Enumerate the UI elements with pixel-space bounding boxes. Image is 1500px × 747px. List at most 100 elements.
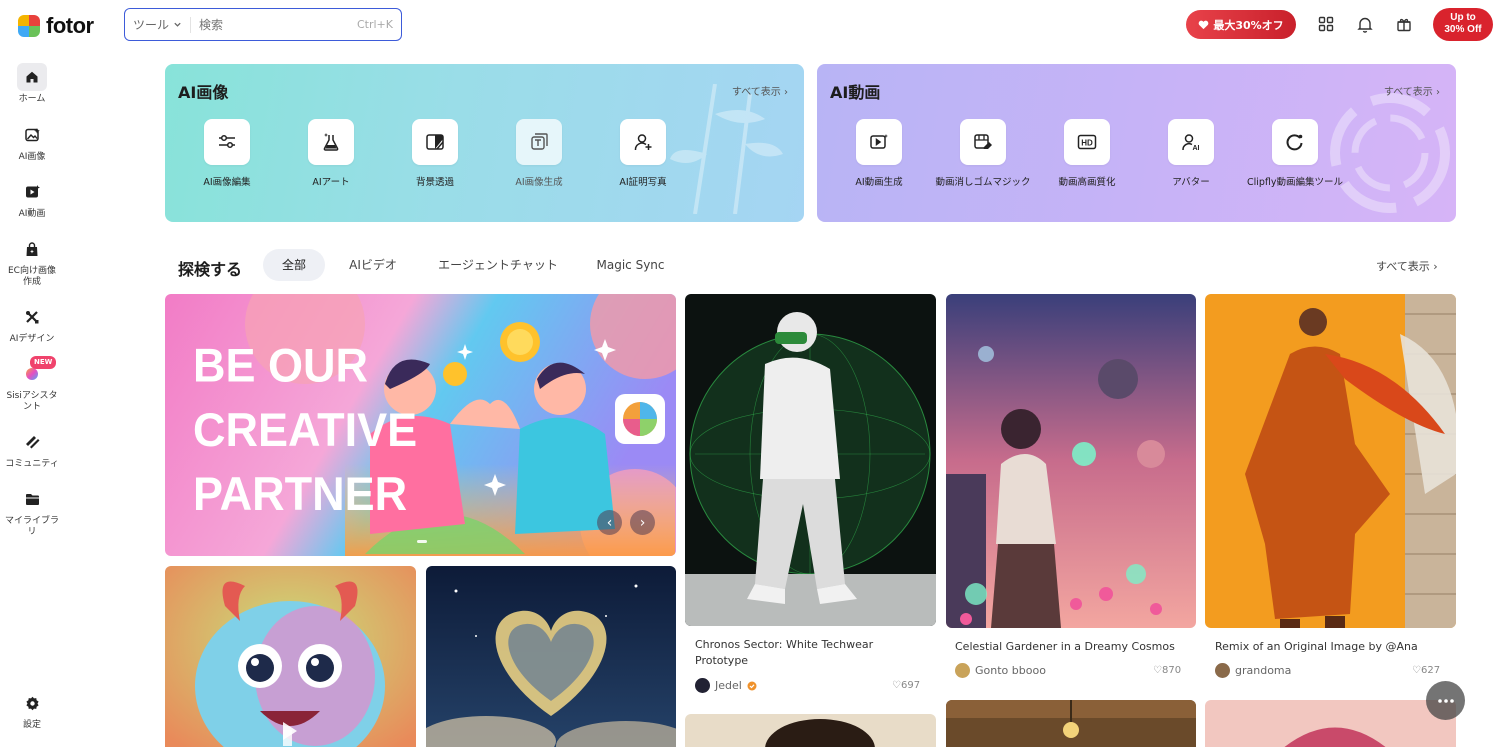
sidebar-item-label: AI動画 bbox=[18, 209, 46, 219]
apps-grid-icon[interactable] bbox=[1316, 14, 1336, 34]
sidebar-item-ai-image[interactable]: AI画像 bbox=[0, 121, 64, 163]
see-all-label: すべて表示 bbox=[731, 87, 781, 98]
left-sidebar: ホーム AI画像 AI動画 EC向け画像作成 AIデザイン NEW Sisiアシ… bbox=[0, 50, 64, 747]
fotor-logo[interactable]: fotor bbox=[18, 13, 94, 39]
tool-ai-image-edit[interactable]: AI画像編集 bbox=[175, 119, 279, 189]
card-user[interactable]: grandoma bbox=[1215, 663, 1291, 678]
tool-ai-id-photo[interactable]: AI証明写真 bbox=[591, 119, 695, 189]
celestial-image bbox=[946, 294, 1196, 628]
upto-discount-button[interactable]: Up to 30% Off bbox=[1433, 8, 1493, 41]
search-tool-dropdown[interactable]: ツール bbox=[125, 16, 192, 33]
bg-remove-icon bbox=[412, 119, 458, 165]
card-username: grandoma bbox=[1235, 664, 1292, 677]
sidebar-item-label: 設定 bbox=[22, 720, 41, 730]
gallery-card-partial[interactable] bbox=[1205, 700, 1456, 747]
ai-video-see-all-link[interactable]: すべて表示 › bbox=[1384, 83, 1440, 98]
carousel-prev-button[interactable]: ‹ bbox=[597, 510, 622, 535]
search-shortcut: Ctrl+K bbox=[356, 18, 393, 31]
search-bar[interactable]: ツール Ctrl+K bbox=[124, 8, 402, 41]
id-photo-icon bbox=[620, 119, 666, 165]
settings-icon bbox=[17, 689, 47, 717]
gift-icon[interactable] bbox=[1394, 14, 1414, 34]
tool-video-eraser[interactable]: 動画消しゴムマジック bbox=[931, 119, 1035, 189]
sidebar-item-sisi-assistant[interactable]: NEW Sisiアシスタント bbox=[0, 356, 64, 413]
sidebar-item-label: EC向け画像作成 bbox=[8, 266, 56, 287]
partial-lamp-image bbox=[946, 700, 1196, 747]
flask-icon bbox=[308, 119, 354, 165]
ai-video-icon bbox=[17, 178, 47, 206]
gallery-card-techwear[interactable] bbox=[685, 294, 936, 626]
card-likes[interactable]: ♡697 bbox=[892, 680, 920, 691]
card-username: Gonto bbooo bbox=[975, 664, 1046, 677]
sidebar-item-community[interactable]: コミュニティ bbox=[0, 428, 64, 470]
sidebar-item-ai-design[interactable]: AIデザイン bbox=[0, 303, 64, 345]
sliders-icon bbox=[204, 119, 250, 165]
see-all-label: すべて表示 bbox=[1376, 260, 1430, 273]
ai-image-title: AI画像 bbox=[178, 83, 229, 102]
chevron-down-icon bbox=[174, 22, 181, 27]
hero-line-1: BE OUR bbox=[193, 338, 369, 393]
tool-label: AI動画生成 bbox=[855, 177, 903, 188]
hero-banner[interactable]: BE OUR CREATIVE PARTNER ‹ › bbox=[165, 294, 676, 556]
card-likes[interactable]: ♡870 bbox=[1153, 665, 1181, 676]
tool-label: Clipfly動画編集ツール bbox=[1246, 177, 1344, 188]
hero-line-3: PARTNER bbox=[193, 466, 408, 521]
card-title[interactable]: Celestial Gardener in a Dreamy Cosmos bbox=[955, 639, 1185, 655]
card-title[interactable]: Chronos Sector: White Techwear Prototype bbox=[695, 637, 925, 669]
hero-text: BE OUR CREATIVE PARTNER bbox=[193, 333, 417, 525]
tool-bg-remove[interactable]: 背景透過 bbox=[383, 119, 487, 189]
card-title[interactable]: Remix of an Original Image by @Ana bbox=[1215, 639, 1445, 655]
promo-discount-button[interactable]: 最大30%オフ bbox=[1186, 10, 1296, 39]
avatar-ai-icon: AI bbox=[1168, 119, 1214, 165]
heart-icon bbox=[1198, 20, 1209, 29]
tab-agent-chat[interactable]: エージェントチャット bbox=[427, 249, 569, 281]
tool-ai-art[interactable]: AIアート bbox=[279, 119, 383, 189]
search-tool-label: ツール bbox=[133, 18, 170, 32]
tool-sublabel bbox=[487, 189, 591, 197]
tool-video-upscale[interactable]: HD 動画高画質化 bbox=[1035, 119, 1139, 189]
tool-avatar[interactable]: AI アバター bbox=[1139, 119, 1243, 189]
carousel-dot[interactable] bbox=[417, 540, 427, 543]
tab-all[interactable]: 全部 bbox=[263, 249, 325, 281]
upto-line1: Up to bbox=[1450, 12, 1476, 23]
sidebar-item-settings[interactable]: 設定 bbox=[0, 689, 64, 731]
gallery-card-monster[interactable] bbox=[165, 566, 416, 747]
gallery-card-partial[interactable] bbox=[685, 714, 936, 747]
play-icon[interactable] bbox=[283, 722, 297, 740]
shopping-bag-icon bbox=[17, 235, 47, 263]
tool-label: 背景透過 bbox=[415, 177, 454, 188]
gallery-card-celestial[interactable] bbox=[946, 294, 1196, 628]
tab-magic-sync[interactable]: Magic Sync bbox=[589, 249, 672, 281]
tool-ai-video-gen[interactable]: AI動画生成 bbox=[827, 119, 931, 189]
tab-ai-video[interactable]: AIビデオ bbox=[337, 249, 409, 281]
techwear-image bbox=[685, 294, 936, 626]
hd-icon: HD bbox=[1064, 119, 1110, 165]
heart-cloud-image bbox=[426, 566, 676, 747]
card-likes[interactable]: ♡627 bbox=[1412, 665, 1440, 676]
sidebar-item-label: コミュニティ bbox=[5, 459, 59, 469]
bell-icon[interactable] bbox=[1355, 14, 1375, 34]
sidebar-item-my-library[interactable]: マイライブラリ bbox=[0, 485, 64, 538]
top-header: fotor ツール Ctrl+K 最大30%オフ Up to 30% Off bbox=[0, 0, 1500, 50]
more-options-fab[interactable] bbox=[1426, 681, 1465, 720]
community-icon bbox=[17, 428, 47, 456]
folder-icon bbox=[17, 485, 47, 513]
card-username: Jedel bbox=[715, 679, 742, 692]
tool-clipfly[interactable]: Clipfly動画編集ツール bbox=[1243, 119, 1347, 189]
carousel-next-button[interactable]: › bbox=[630, 510, 655, 535]
sidebar-item-label: AI画像 bbox=[18, 152, 46, 162]
sidebar-item-home[interactable]: ホーム bbox=[0, 63, 64, 105]
likes-count: 627 bbox=[1420, 665, 1441, 676]
search-input[interactable] bbox=[199, 17, 350, 32]
card-user[interactable]: Gonto bbooo bbox=[955, 663, 1046, 678]
sidebar-item-ec-images[interactable]: EC向け画像作成 bbox=[0, 235, 64, 288]
tool-ai-image-gen[interactable]: AI画像生成 bbox=[487, 119, 591, 197]
sidebar-item-ai-video[interactable]: AI動画 bbox=[0, 178, 64, 220]
gallery-card-remix[interactable] bbox=[1205, 294, 1456, 628]
ai-image-see-all-link[interactable]: すべて表示 › bbox=[732, 83, 788, 98]
explore-see-all-link[interactable]: すべて表示 › bbox=[1376, 258, 1438, 274]
gallery-card-heart[interactable] bbox=[426, 566, 676, 747]
gallery-card-partial[interactable] bbox=[946, 700, 1196, 747]
card-user[interactable]: Jedel bbox=[695, 678, 757, 693]
likes-count: 697 bbox=[900, 680, 921, 691]
